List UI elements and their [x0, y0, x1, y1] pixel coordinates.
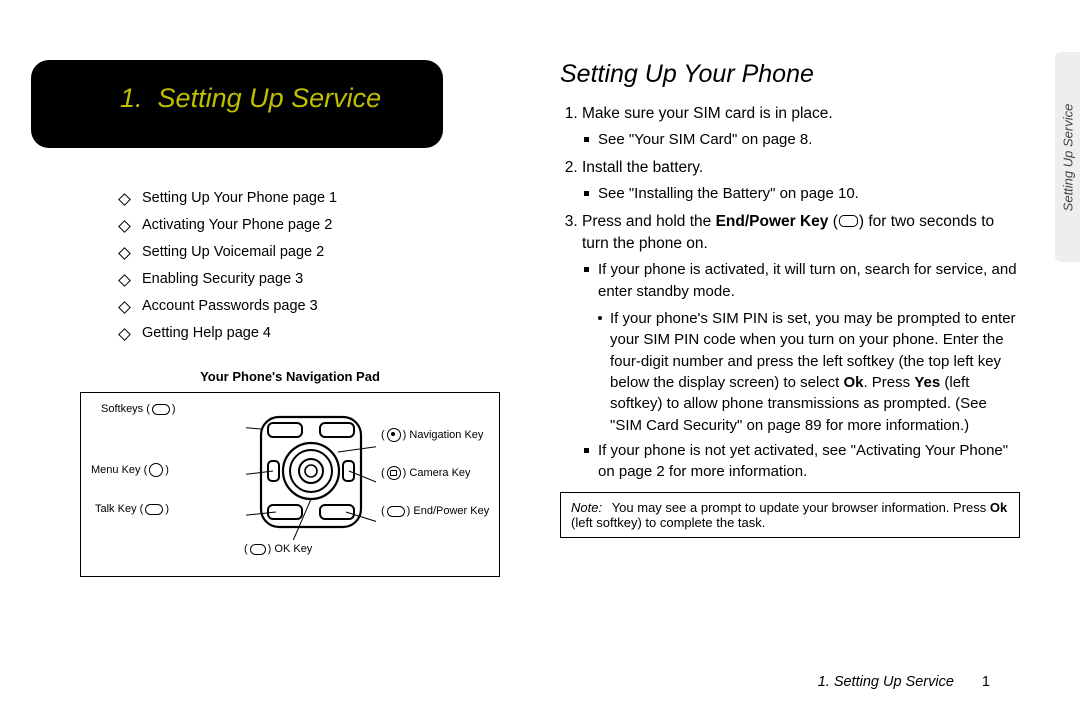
step-1a: See "Your SIM Card" on page 8. — [584, 129, 1020, 150]
left-column: Setting Up Your Phone page 1 Activating … — [80, 40, 500, 674]
camera-icon — [387, 466, 401, 480]
note-box: Note: You may see a prompt to update you… — [560, 492, 1020, 538]
label-camerakey: () Camera Key — [381, 466, 471, 480]
note-label: Note: — [571, 500, 602, 515]
step-1: Make sure your SIM card is in place. See… — [582, 103, 1020, 151]
step-2a: See "Installing the Battery" on page 10. — [584, 183, 1020, 204]
nav-icon — [387, 428, 401, 442]
toc-item: Getting Help page 4 — [120, 325, 500, 341]
navpad-title: Your Phone's Navigation Pad — [80, 369, 500, 384]
navpad-diagram: Softkeys () Menu Key () Talk Key () () N… — [80, 392, 500, 577]
navpad-illustration — [246, 405, 376, 540]
label-navkey: () Navigation Key — [381, 428, 483, 442]
label-endpower: () End/Power Key — [381, 505, 489, 517]
softkey-icon — [152, 404, 170, 415]
toc-item: Enabling Security page 3 — [120, 271, 500, 287]
label-okkey: () OK Key — [244, 543, 312, 555]
toc-item: Activating Your Phone page 2 — [120, 217, 500, 233]
label-softkeys: Softkeys () — [101, 403, 176, 415]
toc-item: Account Passwords page 3 — [120, 298, 500, 314]
manual-page: 1. Setting Up Service Setting Up Service… — [0, 0, 1080, 720]
endpower-icon — [387, 506, 405, 517]
menu-icon — [149, 463, 163, 477]
step-3: Press and hold the End/Power Key () for … — [582, 211, 1020, 483]
side-tab: Setting Up Service — [1055, 52, 1080, 262]
toc-item: Setting Up Voicemail page 2 — [120, 244, 500, 260]
page-footer: 1. Setting Up Service1 — [80, 674, 1020, 690]
talk-icon — [145, 504, 163, 515]
step-list: Make sure your SIM card is in place. See… — [560, 103, 1020, 482]
toc-item: Setting Up Your Phone page 1 — [120, 190, 500, 206]
section-title: Setting Up Your Phone — [560, 60, 1020, 89]
ok-icon — [250, 544, 266, 555]
label-menukey: Menu Key () — [91, 463, 169, 477]
step-3-sub2: If your phone's SIM PIN is set, you may … — [598, 308, 1020, 436]
step-3-sub: If your phone is activated, it will turn… — [584, 259, 1020, 302]
right-column: Setting Up Your Phone Make sure your SIM… — [560, 40, 1020, 674]
label-talkkey: Talk Key () — [95, 503, 169, 515]
toc-list: Setting Up Your Phone page 1 Activating … — [80, 190, 500, 341]
step-3-sub3: If your phone is not yet activated, see … — [584, 440, 1020, 483]
endpower-inline-icon — [839, 215, 858, 227]
step-2: Install the battery. See "Installing the… — [582, 157, 1020, 205]
note-body: You may see a prompt to update your brow… — [571, 500, 1007, 530]
